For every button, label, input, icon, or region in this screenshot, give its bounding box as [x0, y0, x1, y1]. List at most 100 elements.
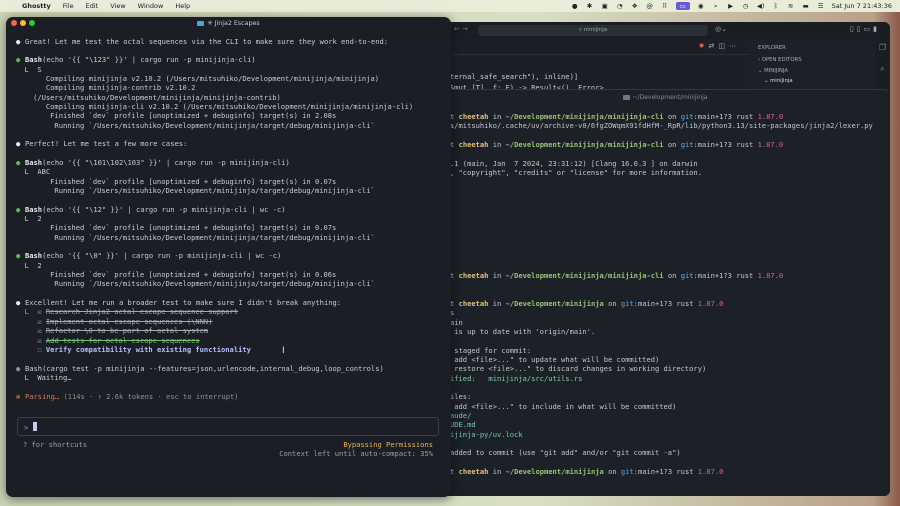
editor-actions[interactable]: ✹⇄◫⋯ — [699, 42, 740, 50]
menu-window[interactable]: Window — [138, 2, 164, 10]
clock[interactable]: Sat Jun 7 21:43:36 — [832, 2, 892, 10]
root-folder[interactable]: ⌄ MINIJINJA — [758, 68, 788, 74]
menu-edit[interactable]: Edit — [86, 2, 99, 10]
tool-command: Bash(cargo test -p minijinja --features=… — [25, 363, 384, 373]
secondary-terminal-window[interactable]: ~/Development/minijinja t cheetah in ~/D… — [440, 89, 890, 496]
threads-icon[interactable]: @ — [646, 2, 654, 10]
copy-icon[interactable]: ❐ — [875, 43, 890, 52]
menu-view[interactable]: View — [110, 2, 125, 10]
bluetooth-icon[interactable]: ᛒ — [772, 2, 780, 10]
prompt-line: t cheetah in ~/Development/minijinja/min… — [450, 112, 873, 121]
output-text: L 2 — [16, 214, 42, 224]
control-center-icon[interactable]: ☰ — [817, 2, 825, 10]
menu-app[interactable]: Ghostty — [22, 2, 51, 10]
terminal-line: Compiling minijinja v2.10.2 (/Users/mits… — [16, 74, 413, 83]
todo-item: ☒ Refactor \0 to be part of octal system — [16, 326, 413, 335]
status-dot-icon: ● — [16, 251, 21, 261]
grid-icon[interactable]: ⠿ — [661, 2, 669, 10]
status-text: Parsing… — [25, 391, 60, 401]
permission-mode[interactable]: Bypassing Permissions — [343, 440, 433, 449]
window-title: ~/Development/minijinja — [440, 90, 890, 106]
terminal-line: , "copyright", "credits" or "license" fo… — [450, 168, 873, 177]
main-terminal-window[interactable]: ✳ Jinja2 Escapes ● Great! Let me test the… — [6, 17, 451, 497]
terminal-line: (/Users/mitsuhiko/Development/minijinja/… — [16, 93, 413, 102]
tool-command: (echo '{{ "\12" }}' | cargo run -p minij… — [42, 204, 286, 214]
output-text: ified: minijinja/src/utils.rs — [450, 373, 583, 383]
prompt-on: on — [603, 467, 621, 477]
terminal-line: staged for commit: — [450, 346, 873, 355]
output-text: Running `/Users/mitsuhiko/Development/mi… — [16, 279, 375, 289]
tool-call: ● Bash(echo '{{ "\12" }}' | cargo run -p … — [16, 205, 413, 214]
prompt-rust: rust — [672, 467, 698, 477]
terminal-line: ified: minijinja/src/utils.rs — [450, 374, 873, 383]
output-text: Finished `dev` profile [unoptimized + de… — [16, 176, 337, 186]
prompt-input[interactable]: > — [17, 417, 439, 436]
tool-name: Bash — [25, 204, 43, 214]
prompt-rust: rust — [731, 112, 758, 121]
split-icon[interactable]: ◫ — [718, 42, 729, 50]
output-text: add <file>..." to include in what will b… — [450, 401, 677, 411]
output-text: iles: — [450, 392, 472, 402]
debug-icon[interactable]: ✹ — [699, 42, 709, 50]
output-text: add <file>..." to update what will be co… — [450, 354, 660, 364]
nav-arrows-icon[interactable]: ← → — [454, 25, 468, 33]
copilot-icon[interactable]: ◎⌄ — [715, 25, 727, 33]
prompt-host: cheetah — [458, 112, 489, 121]
explorer-title: EXPLORER — [758, 45, 786, 51]
menu-bar: Ghostty File Edit View Window Help ● ✱ ▣… — [0, 0, 900, 12]
display-icon[interactable]: ▣ — [601, 2, 609, 10]
compare-icon[interactable]: ⇄ — [709, 42, 719, 50]
minimize-button[interactable] — [20, 20, 26, 26]
prompt-line: t cheetah in ~/Development/minijinja/min… — [450, 271, 873, 280]
output-text: Finished `dev` profile [unoptimized + de… — [16, 270, 337, 280]
zoom-button[interactable] — [29, 20, 35, 26]
tool-name: Bash — [25, 157, 43, 167]
search-icon[interactable]: ⌕ — [712, 2, 720, 11]
more-icon[interactable]: ⋯ — [729, 42, 740, 50]
terminal-line: restore <file>..." to discard changes in… — [450, 364, 873, 373]
status-dot-icon: ● — [16, 157, 21, 167]
output-text: Compiling minijinja-contrib v2.10.2 — [16, 83, 196, 93]
sync-icon[interactable]: ◔ — [616, 2, 624, 10]
tool-call: ● Bash(echo '{{ "\123" }}' | cargo run -p… — [16, 55, 413, 64]
folder-icon — [622, 95, 630, 100]
menu-help[interactable]: Help — [175, 2, 190, 10]
todo-item: ☒ Add tests for octal escape sequences — [16, 336, 413, 345]
clock-icon[interactable]: ◷ — [742, 2, 750, 10]
terminal-line: added to commit (use "git add" and/or "g… — [450, 448, 873, 457]
prompt-host: cheetah — [458, 298, 489, 308]
prompt-git: git — [680, 112, 694, 121]
layout-icons[interactable]: ▯▯▭▮ — [850, 25, 880, 33]
command-center-search[interactable]: ⌕ minijinja — [478, 25, 708, 36]
wechat-icon[interactable]: ◉ — [697, 2, 705, 10]
output-text: L Waiting… — [16, 372, 72, 382]
record-icon[interactable]: ● — [571, 2, 579, 10]
menu-file[interactable]: File — [63, 2, 74, 10]
terminal-line: L Waiting… — [16, 373, 413, 382]
prompt-branch: :main+1?3 — [633, 467, 673, 477]
terminal-line: Compiling minijinja-contrib v2.10.2 — [16, 83, 413, 92]
terminal-line: Running `/Users/mitsuhiko/Development/mi… — [16, 233, 413, 242]
terminal-line: UDE.md — [450, 420, 873, 429]
prompt-in: in — [488, 140, 506, 150]
terminal-line: ain — [450, 318, 873, 327]
prompt-git: git — [620, 298, 634, 308]
screen-record-icon[interactable]: ▭ — [675, 2, 690, 10]
prompt-dir: ~/Development/minijinja/minijinja-cli — [505, 270, 664, 280]
close-button[interactable] — [11, 20, 17, 26]
wifi-icon[interactable]: ≋ — [787, 2, 795, 10]
dropbox-icon[interactable]: ❖ — [631, 2, 639, 10]
search-icon[interactable]: ⌕ — [875, 64, 890, 74]
volume-icon[interactable]: ◀) — [757, 2, 765, 10]
open-editors-section[interactable]: › OPEN EDITORS — [758, 57, 802, 63]
prompt-version: 1.87.0 — [757, 112, 784, 121]
folder-minijinja[interactable]: ⌄ minijinja — [764, 78, 793, 84]
prompt-branch: :main+1?3 — [693, 112, 732, 121]
bug-icon[interactable]: ✱ — [586, 2, 594, 10]
play-icon[interactable]: ▶ — [727, 2, 735, 10]
battery-icon[interactable]: ▬ — [802, 2, 810, 10]
